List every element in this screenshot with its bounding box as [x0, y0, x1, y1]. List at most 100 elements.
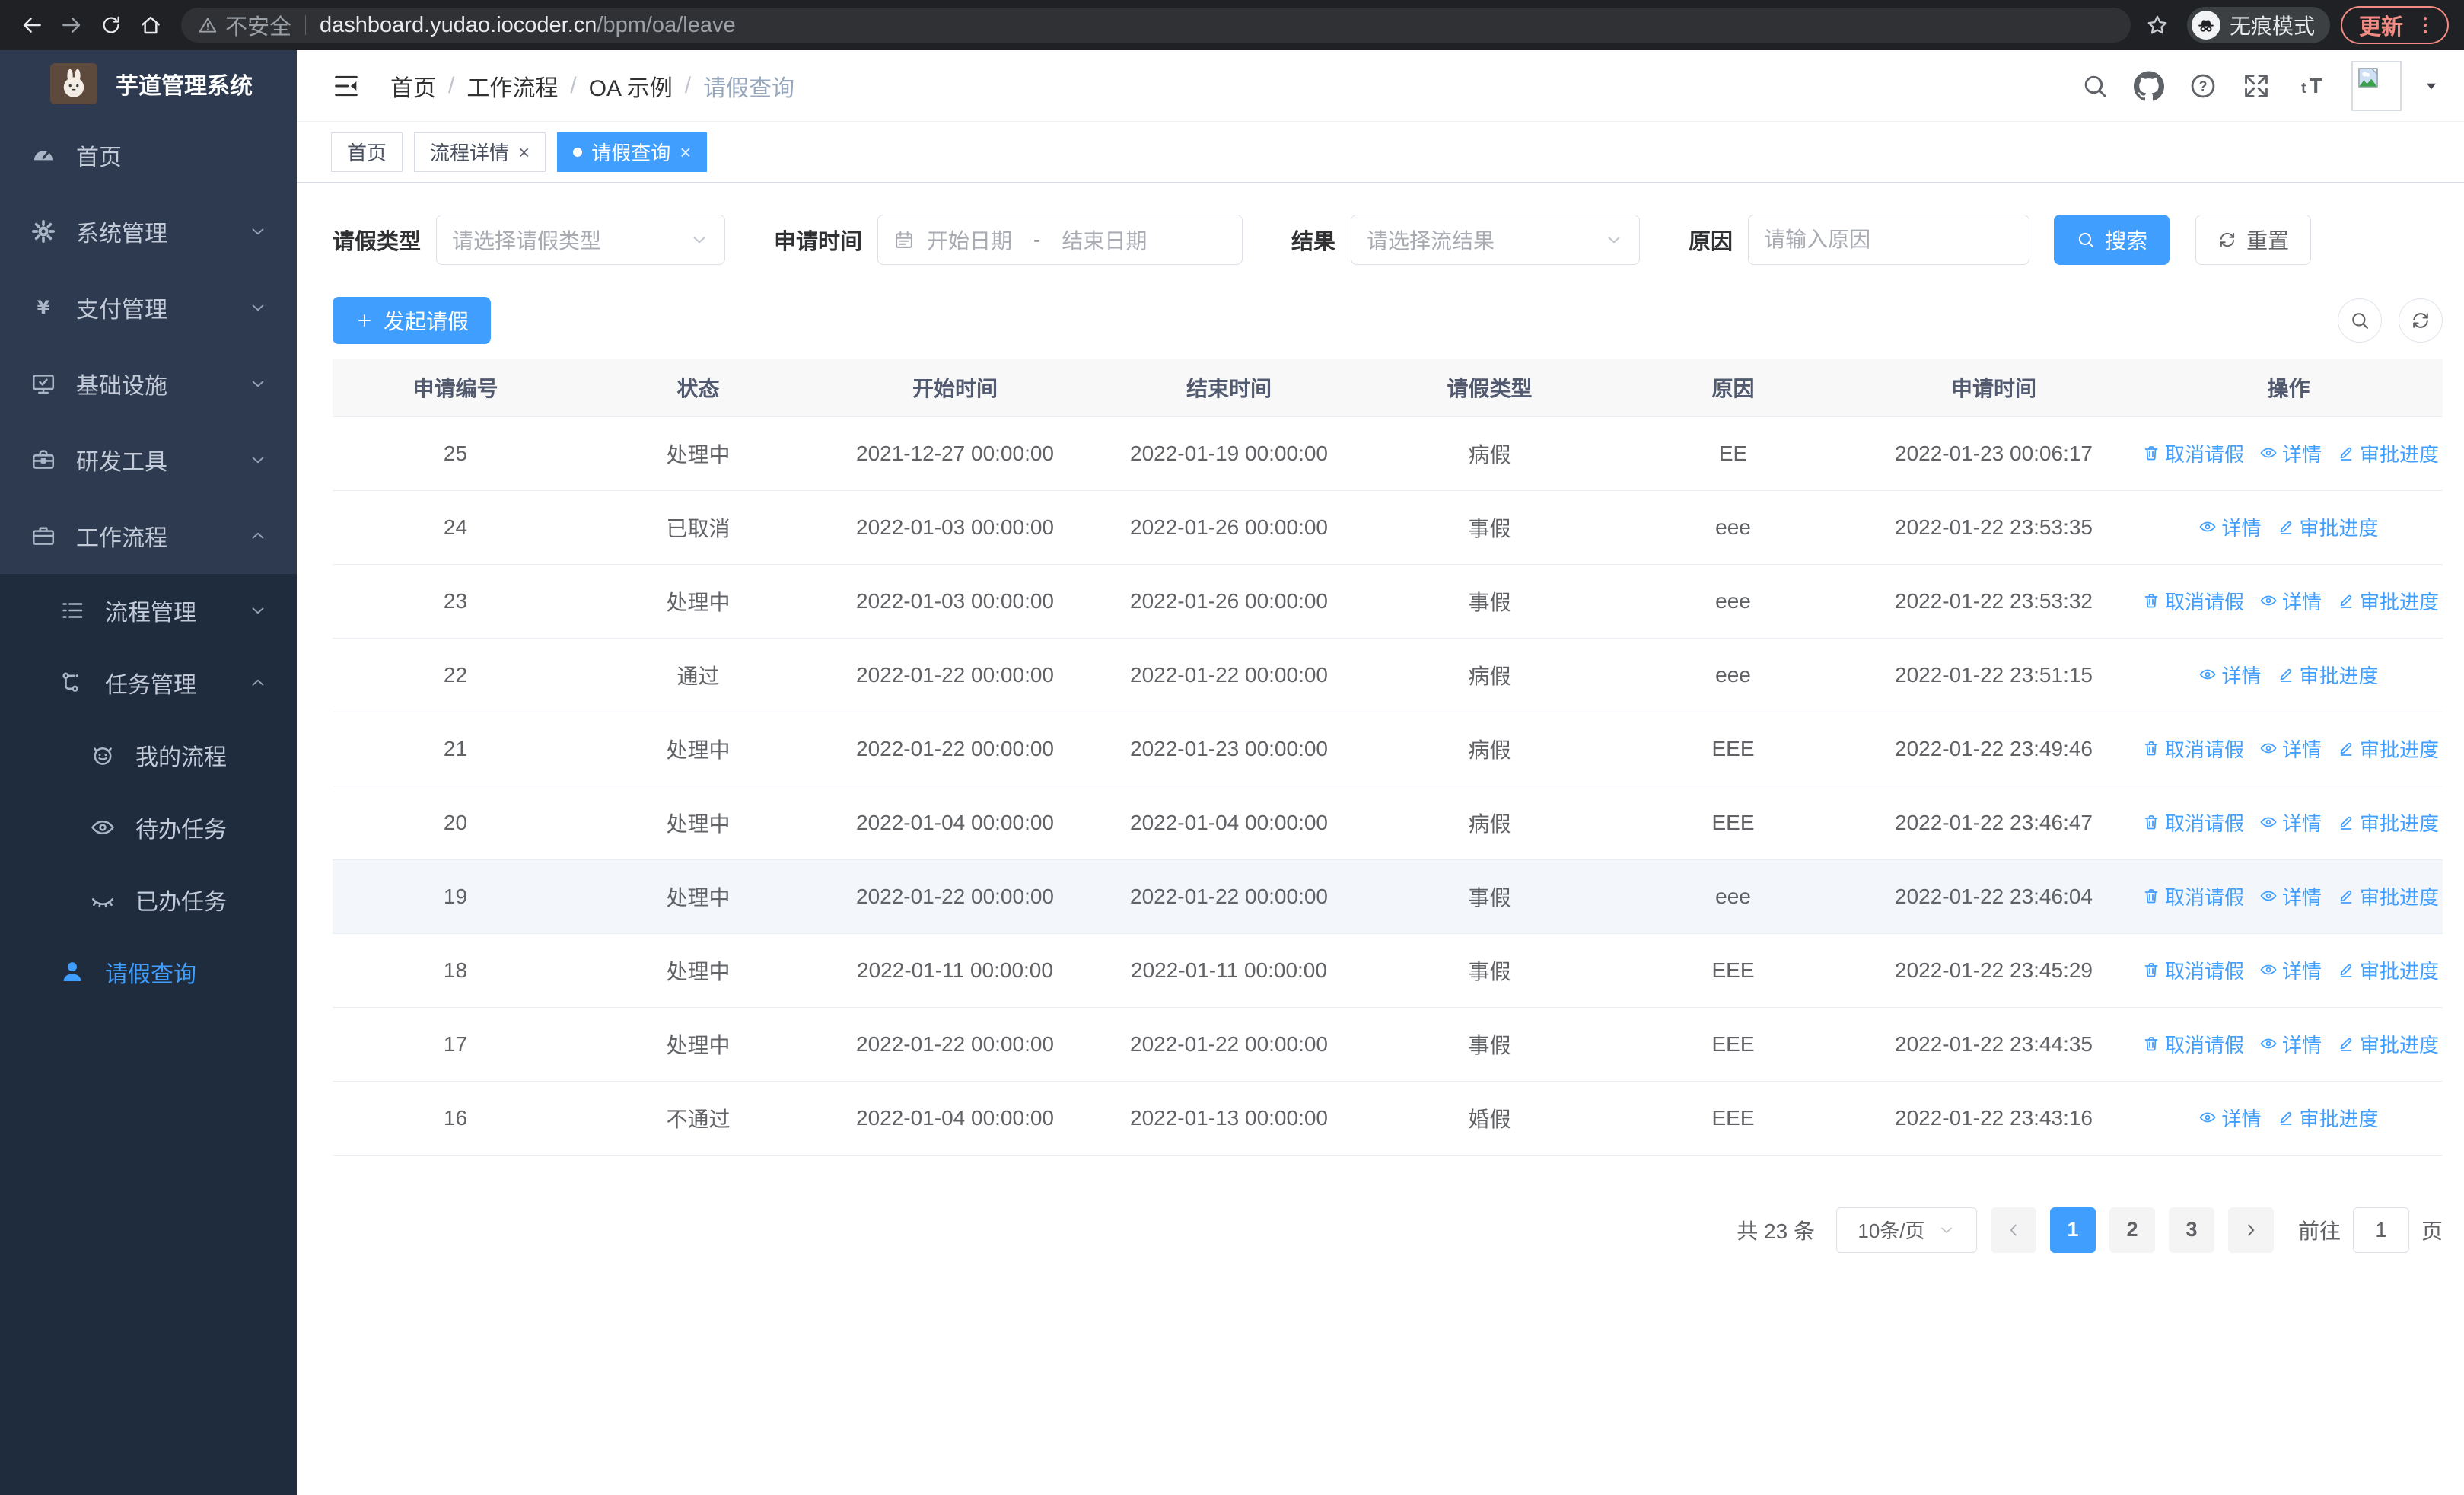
forward-icon[interactable]: [52, 5, 91, 45]
cancel-action-link[interactable]: 取消请假: [2142, 956, 2244, 984]
cancel-action-link[interactable]: 取消请假: [2142, 1030, 2244, 1058]
back-icon[interactable]: [12, 5, 52, 45]
bookmark-star-icon[interactable]: [2138, 6, 2176, 44]
progress-action-link[interactable]: 审批进度: [2337, 587, 2439, 615]
cell-apply-time: 2022-01-22 23:46:47: [1853, 786, 2135, 860]
sidebar-item-devtools[interactable]: 研发工具: [0, 422, 297, 498]
create-leave-button[interactable]: 发起请假: [333, 297, 492, 344]
cell-apply-time: 2022-01-22 23:45:29: [1853, 933, 2135, 1008]
tab-process-detail[interactable]: 流程详情 ×: [414, 132, 546, 172]
close-icon[interactable]: ×: [680, 142, 691, 162]
sidebar-item-payment[interactable]: ¥ 支付管理: [0, 269, 297, 346]
tab-leave-query[interactable]: 请假查询 ×: [557, 132, 708, 172]
sidebar-item-done-tasks[interactable]: 已办任务: [0, 863, 297, 936]
column-header: 开始时间: [818, 359, 1092, 417]
search-button[interactable]: 搜索: [2054, 215, 2170, 265]
browser-update-button[interactable]: 更新: [2340, 6, 2449, 44]
avatar[interactable]: [2351, 60, 2402, 111]
cancel-action-link[interactable]: 取消请假: [2142, 808, 2244, 837]
progress-action-link[interactable]: 审批进度: [2337, 735, 2439, 763]
cell-end-time: 2022-01-11 00:00:00: [1092, 933, 1366, 1008]
sidebar-item-system[interactable]: 系统管理: [0, 193, 297, 269]
progress-action-link[interactable]: 审批进度: [2277, 1104, 2379, 1132]
detail-action-link[interactable]: 详情: [2259, 882, 2322, 910]
reload-icon[interactable]: [91, 5, 131, 45]
breadcrumb-item[interactable]: 工作流程: [466, 69, 558, 103]
sidebar-item-todo-tasks[interactable]: 待办任务: [0, 791, 297, 863]
page-button-2[interactable]: 2: [2109, 1207, 2155, 1253]
detail-action-link[interactable]: 详情: [2198, 513, 2262, 541]
progress-action-link[interactable]: 审批进度: [2337, 956, 2439, 984]
toggle-search-button[interactable]: [2338, 298, 2382, 343]
home-icon[interactable]: [131, 5, 170, 45]
sidebar-item-my-process[interactable]: 我的流程: [0, 719, 297, 791]
progress-action-link[interactable]: 审批进度: [2337, 1030, 2439, 1058]
breadcrumb-item[interactable]: 首页: [390, 69, 436, 103]
detail-action-link[interactable]: 详情: [2259, 1030, 2322, 1058]
cell-end-time: 2022-01-04 00:00:00: [1092, 786, 1366, 860]
result-select[interactable]: 请选择流结果: [1351, 215, 1641, 265]
column-header: 申请时间: [1853, 359, 2135, 417]
sidebar-item-leave-query[interactable]: 请假查询: [0, 936, 297, 1008]
column-header: 结束时间: [1092, 359, 1366, 417]
eye-icon: [2259, 887, 2278, 905]
sidebar-item-workflow[interactable]: 工作流程: [0, 498, 297, 574]
github-icon[interactable]: [2134, 70, 2164, 101]
cell-leave-type: 病假: [1366, 786, 1613, 860]
fullscreen-icon[interactable]: [2242, 72, 2271, 100]
progress-action-link[interactable]: 审批进度: [2337, 439, 2439, 467]
browser-toolbar: 不安全 dashboard.yudao.iocoder.cn/bpm/oa/le…: [0, 0, 2464, 50]
sidebar-item-process-management[interactable]: 流程管理: [0, 574, 297, 646]
detail-action-link[interactable]: 详情: [2259, 587, 2322, 615]
page-button-1[interactable]: 1: [2049, 1207, 2096, 1253]
search-icon[interactable]: [2080, 72, 2109, 100]
goto-page-input[interactable]: [2352, 1207, 2409, 1253]
cell-leave-type: 病假: [1366, 638, 1613, 712]
url-bar[interactable]: 不安全 dashboard.yudao.iocoder.cn/bpm/oa/le…: [181, 8, 2131, 43]
detail-action-link[interactable]: 详情: [2198, 1104, 2262, 1132]
tab-home[interactable]: 首页: [331, 132, 403, 172]
cancel-action-link[interactable]: 取消请假: [2142, 735, 2244, 763]
reset-button[interactable]: 重置: [2195, 215, 2312, 265]
detail-action-link[interactable]: 详情: [2259, 956, 2322, 984]
detail-action-link[interactable]: 详情: [2259, 735, 2322, 763]
progress-action-link[interactable]: 审批进度: [2337, 808, 2439, 837]
face-icon: [90, 742, 116, 768]
detail-action-link[interactable]: 详情: [2259, 808, 2322, 837]
caret-down-icon[interactable]: [2421, 76, 2441, 96]
cell-status: 不通过: [578, 1081, 818, 1156]
cancel-action-link[interactable]: 取消请假: [2142, 882, 2244, 910]
cell-leave-type: 事假: [1366, 490, 1613, 565]
cancel-action-link[interactable]: 取消请假: [2142, 439, 2244, 467]
refresh-table-button[interactable]: [2399, 298, 2443, 343]
cell-actions: 取消请假 详情 审批进度: [2135, 859, 2443, 934]
leave-type-select[interactable]: 请选择请假类型: [436, 215, 726, 265]
search-icon: [2349, 310, 2370, 331]
breadcrumb-item[interactable]: OA 示例: [589, 69, 673, 103]
sidebar-item-task-management[interactable]: 任务管理: [0, 646, 297, 719]
progress-action-link[interactable]: 审批进度: [2337, 882, 2439, 910]
cancel-action-link[interactable]: 取消请假: [2142, 587, 2244, 615]
menu-dots-icon[interactable]: [2414, 14, 2437, 37]
apply-time-range-picker[interactable]: 开始日期 - 结束日期: [877, 215, 1243, 265]
next-page-button[interactable]: [2227, 1207, 2274, 1253]
progress-action-link[interactable]: 审批进度: [2277, 513, 2379, 541]
apply-time-label: 申请时间: [774, 230, 863, 254]
page-button-3[interactable]: 3: [2168, 1207, 2214, 1253]
progress-action-link[interactable]: 审批进度: [2277, 661, 2379, 689]
column-header: 请假类型: [1366, 359, 1613, 417]
detail-action-link[interactable]: 详情: [2259, 439, 2322, 467]
font-size-icon[interactable]: tT: [2295, 70, 2327, 102]
sidebar-item-infrastructure[interactable]: 基础设施: [0, 346, 297, 422]
eye-icon: [2259, 813, 2278, 831]
sidebar-fold-icon[interactable]: [331, 71, 361, 101]
reason-label: 原因: [1689, 230, 1733, 254]
help-icon[interactable]: ?: [2189, 72, 2217, 100]
cell-start-time: 2022-01-04 00:00:00: [818, 1081, 1092, 1156]
detail-action-link[interactable]: 详情: [2198, 661, 2262, 689]
page-size-select[interactable]: 10条/页: [1835, 1207, 1977, 1253]
reason-input[interactable]: [1748, 215, 2030, 265]
prev-page-button[interactable]: [1990, 1207, 2036, 1253]
close-icon[interactable]: ×: [518, 142, 530, 162]
sidebar-item-home[interactable]: 首页: [0, 117, 297, 193]
